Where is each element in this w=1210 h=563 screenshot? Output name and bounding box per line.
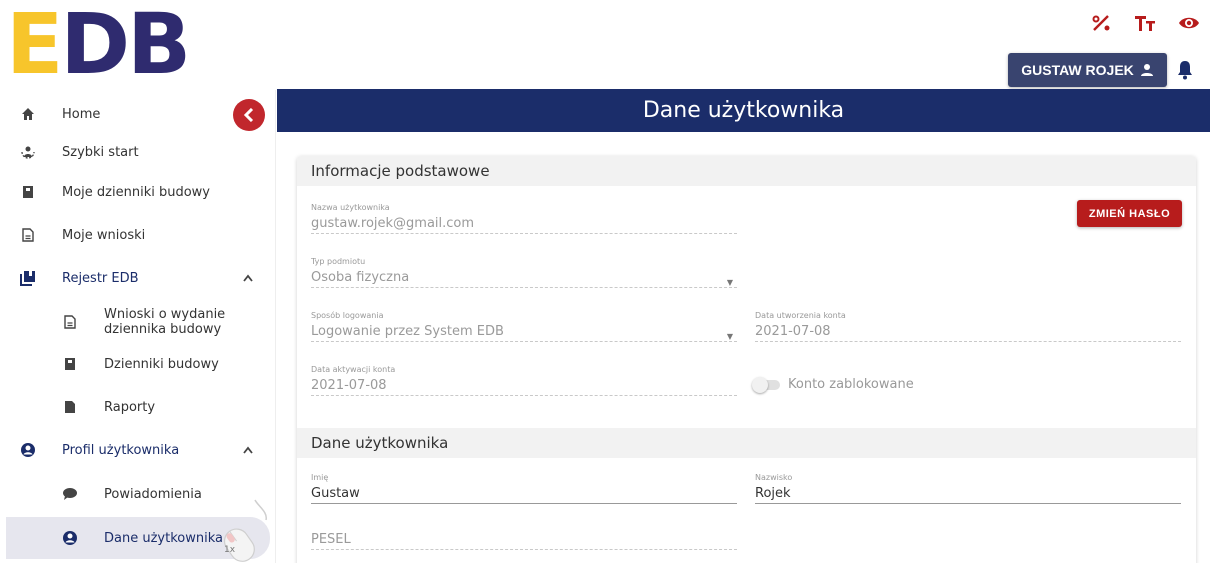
sidebar-item-edb-registry[interactable]: Rejestr EDB [0,266,270,290]
sidebar-item-home[interactable]: Home [0,102,270,126]
chevron-up-icon [243,271,253,285]
first-name-value[interactable]: Gustaw [311,484,737,504]
sidebar-item-label: Dane użytkownika [104,530,223,546]
sidebar-item-label: Raporty [104,399,156,415]
toggle-track [752,376,780,393]
sidebar-item-label-line2: dziennika budowy [104,322,222,337]
dropdown-arrow-icon: ▼ [726,278,733,287]
page-title: Dane użytkownika [277,89,1210,132]
login-method-label: Sposób logowania [311,311,384,320]
entity-type-selected: Osoba fizyczna [311,270,410,285]
user-menu-label: GUSTAW ROJEK [1021,62,1134,78]
section-user-data-header: Dane użytkownika [297,428,1196,458]
sidebar-item-label: Powiadomienia [104,486,202,502]
first-name-field[interactable]: Imię Gustaw [311,473,737,504]
sidebar-item-label: Szybki start [62,144,139,160]
quick-start-icon [19,143,37,161]
last-name-value[interactable]: Rojek [755,484,1181,504]
user-menu-button[interactable]: GUSTAW ROJEK [1008,53,1167,87]
registry-icon [19,269,37,287]
logo-letters-db: DB [60,0,191,93]
username-value: gustaw.rojek@gmail.com [311,214,737,234]
sidebar-item-construction-logs[interactable]: Dzienniki budowy [0,352,270,376]
account-blocked-toggle[interactable]: Konto zablokowane [752,376,914,393]
sidebar-item-user-profile[interactable]: Profil użytkownika [0,438,270,462]
chevron-up-icon [243,443,253,457]
sidebar-item-label: Rejestr EDB [62,270,139,286]
accessibility-toolbar [1092,14,1200,37]
sidebar-item-label: Dzienniki budowy [104,356,219,372]
pesel-field[interactable]: PESEL [311,530,737,550]
sidebar-item-reports[interactable]: Raporty [0,395,270,419]
sidebar-item-label: Home [62,106,101,122]
pesel-placeholder[interactable]: PESEL [311,530,737,550]
created-date-field: Data utworzenia konta 2021-07-08 [755,311,1181,342]
entity-type-value: Osoba fizyczna ▼ [311,268,737,288]
activated-date-field: Data aktywacji konta 2021-07-08 [311,365,737,396]
last-name-label: Nazwisko [755,473,793,482]
file-icon [61,398,79,416]
sidebar-item-quick-start[interactable]: Szybki start [0,140,270,164]
text-size-icon[interactable] [1134,14,1156,37]
edb-logo[interactable]: E DB [6,0,191,93]
dropdown-arrow-icon: ▼ [726,332,733,341]
eye-icon[interactable] [1178,15,1200,36]
activated-date-value: 2021-07-08 [311,376,737,396]
book-icon [61,355,79,373]
entity-type-label: Typ podmiotu [311,257,366,266]
last-name-field[interactable]: Nazwisko Rojek [755,473,1181,504]
logo-letter-e: E [6,0,63,93]
username-label: Nazwa użytkownika [311,203,390,212]
sidebar-item-my-applications[interactable]: Moje wnioski [0,223,270,247]
username-field: Nazwa użytkownika gustaw.rojek@gmail.com [311,203,737,234]
home-icon [19,105,37,123]
sidebar-item-label: Profil użytkownika [62,442,180,458]
sidebar-item-label: Moje wnioski [62,227,146,243]
login-method-selected: Logowanie przez System EDB [311,324,504,339]
user-data-panel: Informacje podstawowe Nazwa użytkownika … [297,156,1196,563]
section-basic-info-header: Informacje podstawowe [297,156,1196,186]
mouse-click-count: 1x [224,545,236,555]
sidebar-item-label-multiline: Wnioski o wydanie dziennika budowy [104,307,225,337]
toggle-knob [752,376,768,393]
entity-type-select: Typ podmiotu Osoba fizyczna ▼ [311,257,737,288]
contrast-icon[interactable] [1092,14,1112,37]
created-date-label: Data utworzenia konta [755,311,846,320]
sidebar-item-my-construction-logs[interactable]: Moje dzienniki budowy [0,180,270,204]
login-method-value: Logowanie przez System EDB ▼ [311,322,737,342]
book-icon [19,183,37,201]
mouse-click-indicator: 1x [210,498,272,563]
login-method-select: Sposób logowania Logowanie przez System … [311,311,737,342]
document-icon [61,313,79,331]
sidebar-item-construction-log-applications[interactable]: Wnioski o wydanie dziennika budowy [0,306,270,338]
created-date-value: 2021-07-08 [755,322,1181,342]
activated-date-label: Data aktywacji konta [311,365,396,374]
user-icon [1140,64,1153,76]
chat-icon [61,485,79,503]
sidebar-item-label: Moje dzienniki budowy [62,184,210,200]
sidebar-item-label-line1: Wnioski o wydanie [104,307,226,322]
account-blocked-label: Konto zablokowane [788,377,914,392]
bell-icon[interactable] [1176,60,1194,80]
change-password-button[interactable]: ZMIEŃ HASŁO [1077,200,1182,227]
document-icon [19,226,37,244]
user-circle-icon [61,529,79,547]
first-name-label: Imię [311,473,329,482]
user-circle-icon [19,441,37,459]
